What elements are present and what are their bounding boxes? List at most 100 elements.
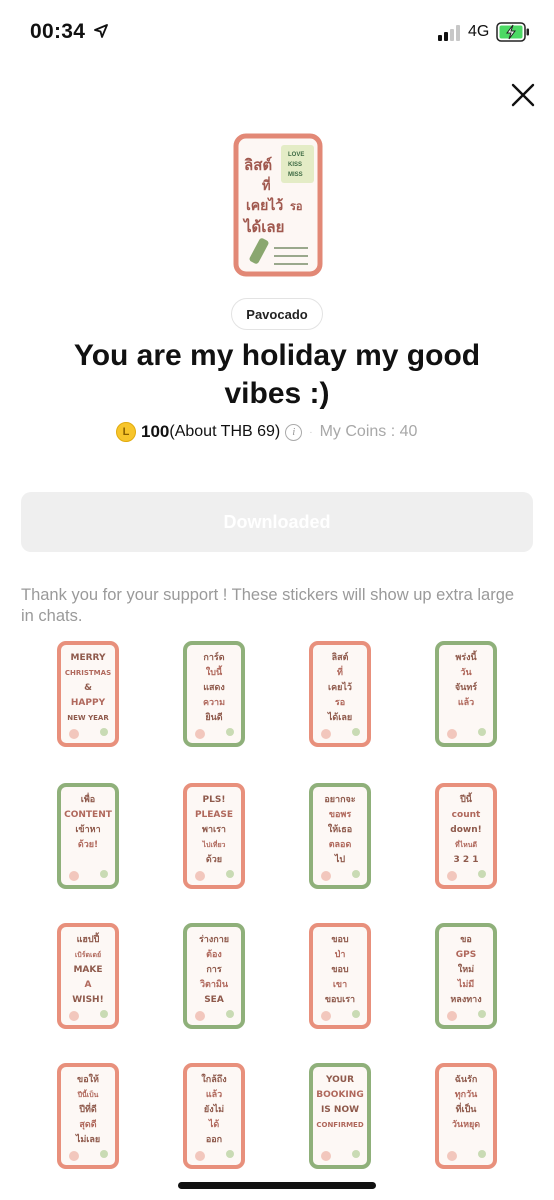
- pack-title: You are my holiday my good vibes :): [73, 339, 481, 410]
- sticker-image: YOUR BOOKING IS NOW CONFIRMED: [309, 1063, 371, 1169]
- sticker-text: ขอบ: [331, 965, 349, 975]
- price-about: (About THB 69): [169, 423, 281, 440]
- info-icon[interactable]: i: [285, 423, 303, 441]
- sticker-item[interactable]: YOUR BOOKING IS NOW CONFIRMED: [308, 1062, 372, 1170]
- hero-tag-3: MISS: [288, 172, 303, 178]
- sticker-deco: [195, 1011, 205, 1021]
- battery-charging-icon: [496, 22, 529, 42]
- sticker-image: อยากจะขอพรให้เธอตลอดไป: [309, 783, 371, 889]
- sticker-text: GPS: [456, 950, 476, 960]
- sticker-item[interactable]: ปีนี้ count down! ที่ไหนดี 3 2 1: [434, 782, 498, 890]
- sticker-text: ไป: [334, 853, 346, 865]
- sticker-text: วันหยุด: [452, 1119, 480, 1130]
- sticker-item[interactable]: ขอ GPS ใหม่ ไม่มี หลงทาง: [434, 922, 498, 1030]
- price-separator: ·: [309, 426, 313, 438]
- sticker-text: ด้วย!: [78, 839, 98, 850]
- sticker-text: ยินดี: [205, 712, 223, 723]
- sticker-item[interactable]: อยากจะขอพรให้เธอตลอดไป: [308, 782, 372, 890]
- sticker-deco: [195, 871, 205, 881]
- downloaded-button[interactable]: Downloaded: [21, 492, 533, 552]
- sticker-text: ไม่มี: [457, 978, 474, 990]
- sticker-deco: [321, 1151, 331, 1161]
- hero-tag-1: LOVE: [288, 152, 304, 158]
- sticker-text: ขอให้: [77, 1073, 99, 1085]
- sticker-deco: [321, 1011, 331, 1021]
- sticker-item[interactable]: ขอบ ป่า ขอบ เขา ขอบเรา: [308, 922, 372, 1030]
- home-indicator[interactable]: [178, 1182, 376, 1189]
- sticker-item[interactable]: ใกล้ถึง แล้ว ยังไม่ ได้ ออก: [182, 1062, 246, 1170]
- sticker-image: พร่งนี้วันจันทร์แล้ว: [435, 641, 497, 747]
- sticker-text: down!: [450, 825, 481, 835]
- sticker-deco: [321, 871, 331, 881]
- sticker-item[interactable]: แฮปปี้ เบิร์ดเดย์ MAKE A WISH!: [56, 922, 120, 1030]
- hero-line-1: ลิสต์: [244, 156, 272, 174]
- sticker-text: PLEASE: [195, 810, 233, 820]
- sticker-item[interactable]: การ์ด ใบนี้ แสดง ความ ยินดี: [182, 640, 246, 748]
- status-time: 00:34: [30, 20, 86, 43]
- sticker-deco: [100, 1150, 108, 1158]
- sticker-text: ได้เลย: [327, 711, 352, 723]
- sticker-text: CONFIRMED: [316, 1121, 363, 1129]
- sticker-item[interactable]: เพื่อ CONTENT เข้าหา ด้วย!: [56, 782, 120, 890]
- sticker-text: หลงทาง: [450, 995, 481, 1005]
- sticker-item[interactable]: ลิสต์ ที่ เคยไว้ รอ ได้เลย: [308, 640, 372, 748]
- sticker-text: ยังไม่: [204, 1103, 224, 1115]
- sticker-image: ปีนี้countdown!ที่ไหนดี3 2 1: [435, 783, 497, 889]
- sticker-text: ให้เธอ: [328, 823, 352, 835]
- sticker-text: CONTENT: [64, 810, 113, 820]
- sticker-text: ที่ไหนดี: [455, 839, 478, 849]
- sticker-text: อยากจะ: [324, 795, 355, 805]
- sticker-deco: [447, 871, 457, 881]
- sticker-image: MERRY CHRISTMAS & HAPPY NEW YEAR: [57, 641, 119, 747]
- sticker-text: การ: [206, 965, 222, 975]
- sticker-text: MAKE: [73, 965, 102, 975]
- sticker-deco: [226, 1150, 234, 1158]
- sticker-image: ขอ GPS ใหม่ไม่มีหลงทาง: [435, 923, 497, 1029]
- sticker-image: ใกล้ถึงแล้วยังไม่ได้ออก: [183, 1063, 245, 1169]
- hero-line-4: รอ: [290, 200, 303, 213]
- sticker-deco: [195, 729, 205, 739]
- sticker-text: CHRISTMAS: [65, 669, 111, 677]
- price-row: L 100 (About THB 69) i · My Coins : 40: [116, 420, 417, 444]
- cellular-signal-icon: [438, 25, 460, 41]
- price-amount: 100: [141, 422, 170, 441]
- network-type: 4G: [468, 23, 490, 40]
- sticker-text: SEA: [204, 995, 224, 1005]
- sticker-text: การ์ด: [203, 651, 224, 663]
- sticker-deco: [195, 1151, 205, 1161]
- hero-line-5: ได้เลย: [242, 217, 284, 236]
- sticker-item[interactable]: PLS! PLEASE พาเรา ไปเที่ยว ด้วย: [182, 782, 246, 890]
- sticker-item[interactable]: ขอให้ ปีนี้เป็น ปีที่ดี สุดดี ไม่เลย: [56, 1062, 120, 1170]
- sticker-text: เขา: [333, 980, 347, 990]
- sticker-image: ฉันรักทุกวันที่เป็นวันหยุด: [435, 1063, 497, 1169]
- sticker-text: ร่างกาย: [199, 934, 229, 945]
- my-coins: My Coins : 40: [319, 423, 418, 440]
- sticker-image: การ์ดใบนี้แสดงความยินดี: [183, 641, 245, 747]
- sticker-text: ฉันรัก: [455, 1074, 478, 1085]
- sticker-item[interactable]: MERRY CHRISTMAS & HAPPY NEW YEAR: [56, 640, 120, 748]
- sticker-text: BOOKING: [316, 1090, 363, 1100]
- sticker-text: เข้าหา: [75, 824, 100, 835]
- sticker-text: ตลอด: [329, 840, 352, 850]
- sticker-deco: [447, 1151, 457, 1161]
- sticker-item[interactable]: ฉันรัก ทุกวัน ที่เป็น วันหยุด: [434, 1062, 498, 1170]
- status-bar: 00:34 4G: [0, 0, 554, 66]
- sticker-text: รอ: [335, 698, 345, 708]
- sticker-item[interactable]: ร่างกาย ต้อง การ วิตามิน SEA: [182, 922, 246, 1030]
- sticker-image: เพื่อCONTENTเข้าหาด้วย!: [57, 783, 119, 889]
- sticker-deco: [352, 870, 360, 878]
- sticker-text: สุดดี: [79, 1119, 96, 1130]
- sticker-item[interactable]: พร่งนี้ วัน จันทร์ แล้ว: [434, 640, 498, 748]
- sticker-text: วัน: [460, 667, 472, 678]
- sticker-deco: [226, 1010, 234, 1018]
- sticker-image: ลิสต์ที่เคยไว้รอได้เลย: [309, 641, 371, 747]
- sticker-text: ขอพร: [329, 810, 351, 820]
- sticker-text: ทุกวัน: [455, 1089, 478, 1100]
- sticker-deco: [321, 729, 331, 739]
- sticker-text: ต้อง: [206, 949, 222, 960]
- sticker-image: ขอให้ปีนี้เป็นปีที่ดีสุดดีไม่เลย: [57, 1063, 119, 1169]
- author-button[interactable]: Pavocado: [231, 298, 323, 330]
- close-icon[interactable]: [506, 78, 540, 112]
- sticker-text: count: [452, 810, 481, 820]
- sticker-image: ร่างกายต้องการวิตามิน SEA: [183, 923, 245, 1029]
